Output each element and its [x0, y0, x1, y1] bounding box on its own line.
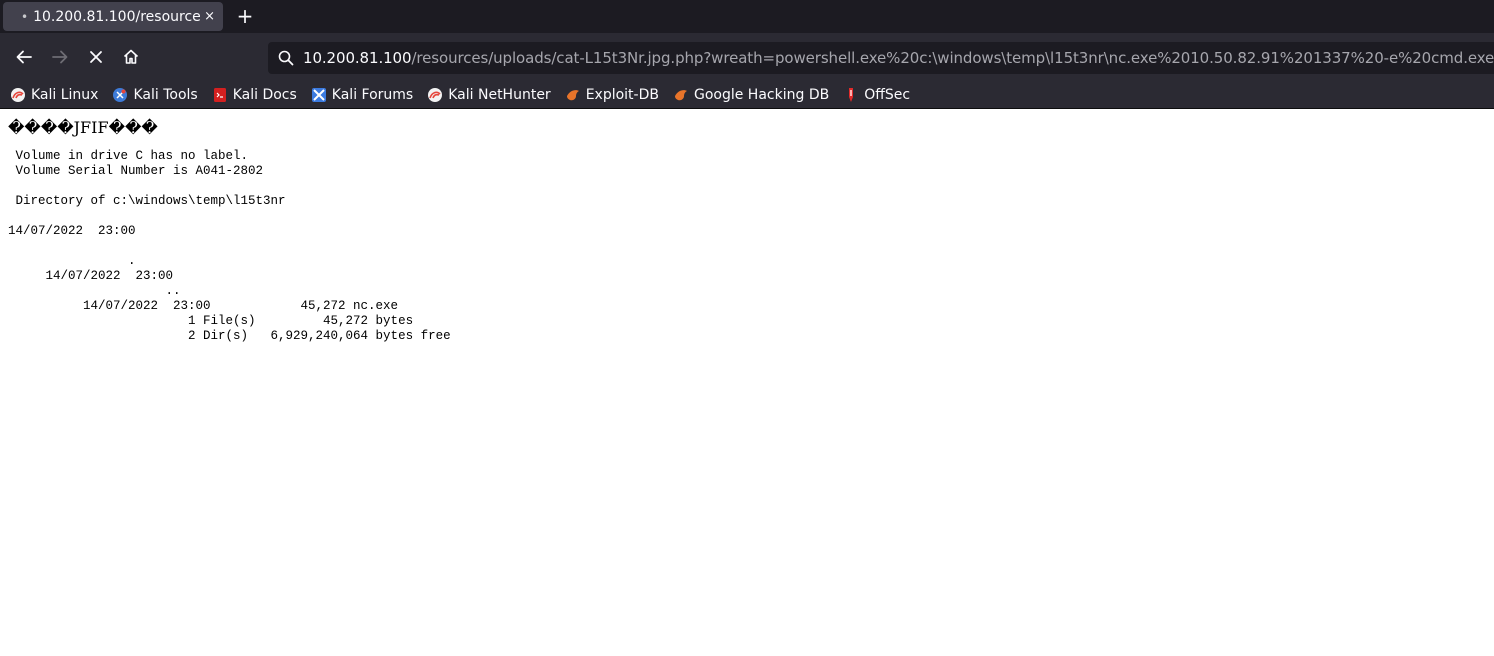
bookmark-label: OffSec	[864, 86, 911, 103]
ghdb-icon	[674, 89, 687, 100]
url-bar[interactable]: 10.200.81.100/resources/uploads/cat-L15t…	[268, 42, 1494, 74]
bookmark-exploit-db[interactable]: Exploit-DB	[565, 87, 659, 103]
bookmark-label: Kali NetHunter	[448, 86, 551, 103]
bookmark-label: Kali Linux	[31, 86, 99, 103]
kali-docs-icon	[213, 87, 226, 102]
stop-x-icon	[90, 51, 102, 63]
bookmark-kali-linux[interactable]: Kali Linux	[10, 87, 98, 103]
command-output: Volume in drive C has no label. Volume S…	[8, 149, 451, 343]
tab-title: 10.200.81.100/resources/u	[33, 8, 201, 25]
jfif-header-text: ����JFIF���	[8, 118, 158, 137]
bookmark-label: Kali Tools	[133, 86, 198, 103]
nethunter-dragon-icon	[428, 87, 443, 102]
bookmarks-toolbar: Kali Linux Kali Tools Kali Docs Kali For…	[0, 81, 1494, 109]
home-button[interactable]	[116, 42, 146, 72]
forward-button[interactable]	[45, 42, 75, 72]
navigation-toolbar: 10.200.81.100/resources/uploads/cat-L15t…	[0, 33, 1494, 81]
search-icon	[278, 50, 294, 66]
stop-button[interactable]	[81, 42, 111, 72]
exploit-db-icon	[566, 89, 579, 100]
offsec-icon	[849, 87, 854, 102]
new-tab-button[interactable]: +	[233, 4, 257, 28]
bookmark-google-hacking-db[interactable]: Google Hacking DB	[673, 87, 829, 103]
bookmark-label: Exploit-DB	[585, 86, 659, 103]
bookmark-kali-tools[interactable]: Kali Tools	[112, 86, 198, 103]
bookmark-kali-forums[interactable]: Kali Forums	[311, 87, 413, 103]
tab-close-icon[interactable]: ×	[204, 9, 215, 24]
tab-loading-dot-icon: •	[21, 9, 29, 24]
bookmark-label: Kali Docs	[232, 86, 297, 103]
tab-strip: • 10.200.81.100/resources/u × +	[0, 0, 1494, 33]
home-icon	[123, 49, 139, 64]
url-text[interactable]: 10.200.81.100/resources/uploads/cat-L15t…	[303, 49, 1494, 67]
bookmark-label: Google Hacking DB	[693, 86, 830, 103]
bookmark-kali-docs[interactable]: Kali Docs	[212, 87, 297, 103]
bookmark-label: Kali Forums	[331, 86, 414, 103]
kali-dragon-icon	[11, 87, 25, 102]
bookmark-kali-nethunter[interactable]: Kali NetHunter	[427, 86, 551, 103]
kali-forums-icon	[311, 87, 326, 102]
url-path: /resources/uploads/cat-L15t3Nr.jpg.php?w…	[411, 49, 1494, 67]
forward-arrow-icon	[52, 50, 68, 64]
back-button[interactable]	[9, 42, 39, 72]
back-arrow-icon	[16, 50, 32, 64]
bookmark-offsec[interactable]: OffSec	[843, 87, 910, 103]
tab-active[interactable]: • 10.200.81.100/resources/u ×	[3, 2, 223, 31]
kali-tools-icon	[113, 87, 128, 102]
url-host: 10.200.81.100	[303, 49, 412, 67]
page-content: ����JFIF��� Volume in drive C has no lab…	[8, 110, 1488, 656]
